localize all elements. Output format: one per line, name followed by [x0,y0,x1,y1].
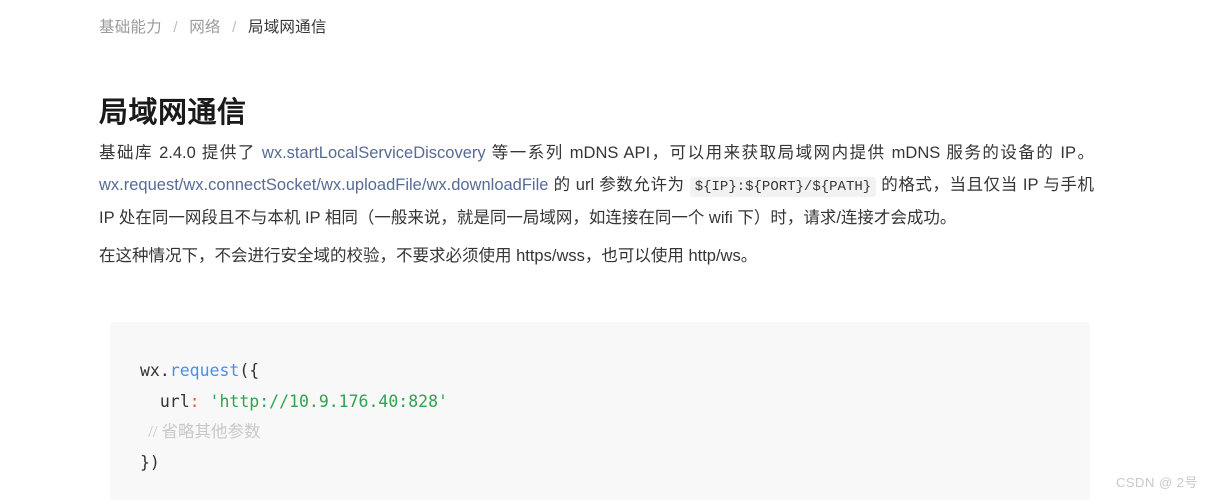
code-token-obj: wx [140,361,160,380]
breadcrumb: 基础能力 / 网络 / 局域网通信 [99,16,327,40]
article-body: 基础库 2.4.0 提供了 wx.startLocalServiceDiscov… [99,138,1094,272]
code-token-punct: }) [140,452,160,472]
code-token-punct: ({ [239,361,260,380]
link-wx-connectsocket[interactable]: wx.connectSocket [183,176,316,194]
code-block: wx.request({ url: 'http://10.9.176.40:82… [110,322,1090,500]
link-wx-downloadfile[interactable]: wx.downloadFile [426,176,548,194]
code-token-punct: . [159,361,170,380]
inline-code-url-format: ${IP}:${PORT}/${PATH} [689,176,877,197]
page-title: 局域网通信 [99,97,247,130]
code-text: wx.request({ url: 'http://10.9.176.40:82… [140,361,448,472]
code-token-string: 'http://10.9.176.40:828' [209,391,448,411]
paragraph-security-note: 在这种情况下，不会进行安全域的校验，不要求必须使用 https/wss，也可以使… [99,246,758,265]
link-wx-uploadfile[interactable]: wx.uploadFile [321,176,422,194]
documentation-page: 基础能力 / 网络 / 局域网通信 局域网通信 基础库 2.4.0 提供了 wx… [0,0,1211,500]
link-wx-request[interactable]: wx.request [99,176,179,194]
code-token-colon: : [189,391,200,411]
csdn-watermark: CSDN @ 2号 [1116,475,1198,490]
code-block-content: wx.request({ url: 'http://10.9.176.40:82… [140,356,1090,478]
breadcrumb-separator-icon: / [173,19,178,36]
paragraph-text-segment: 基础库 2.4.0 提供了 [99,144,262,162]
paragraph-text-segment: 等一系列 mDNS API，可以用来获取局域网内提供 mDNS 服务的设备的 I… [485,144,1094,162]
breadcrumb-separator-icon: / [232,19,237,36]
paragraph-intro: 基础库 2.4.0 提供了 wx.startLocalServiceDiscov… [99,138,1094,235]
paragraph-text-segment: 的 url 参数允许为 [548,175,690,194]
code-token-fn: request [169,361,240,380]
breadcrumb-item-lan-communication: 局域网通信 [248,19,327,36]
link-wx-startlocalservicediscovery[interactable]: wx.startLocalServiceDiscovery [262,144,486,162]
breadcrumb-item-network[interactable]: 网络 [189,19,220,36]
code-token-punct [200,392,210,411]
code-token-comment: // 省略其他参数 [140,422,261,441]
code-token-key: url [140,391,190,411]
breadcrumb-item-base-ability[interactable]: 基础能力 [99,19,162,36]
